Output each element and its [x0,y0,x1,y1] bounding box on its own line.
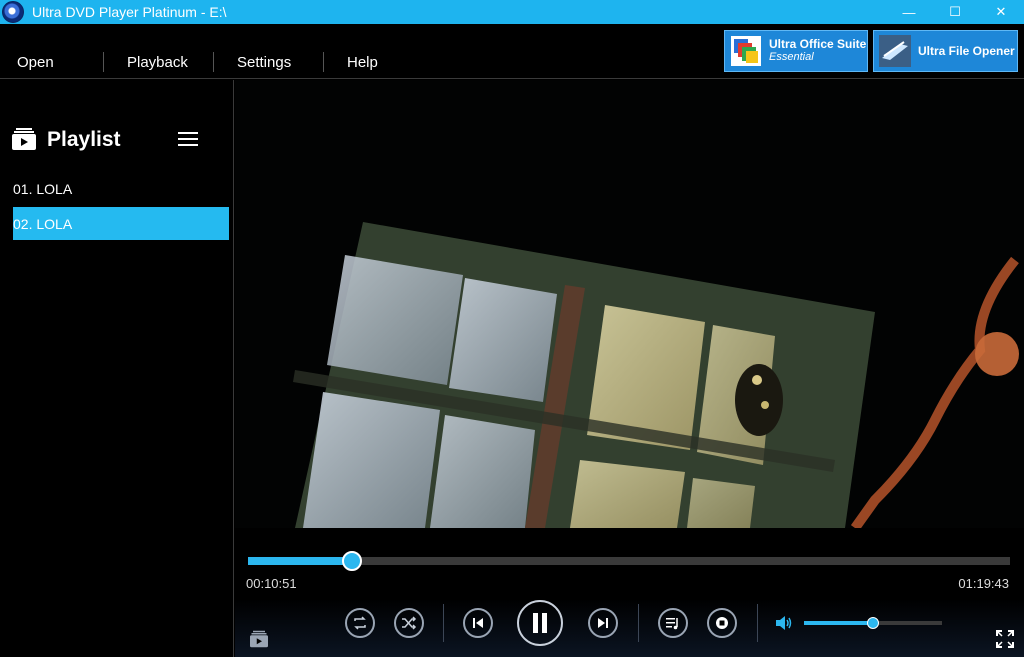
promo-file-opener-button[interactable]: Ultra File Opener [873,30,1018,72]
playlist-toggle-icon[interactable] [250,630,268,648]
menu-settings[interactable]: Settings [237,54,291,71]
minimize-button[interactable]: — [886,0,932,24]
pause-icon [533,613,547,633]
repeat-button[interactable] [345,608,375,638]
volume-icon[interactable] [775,614,793,632]
shuffle-button[interactable] [394,608,424,638]
menu-separator [213,52,214,72]
controls-separator [757,604,758,642]
playlist-item-label: 01. LOLA [13,180,73,197]
stop-button[interactable] [707,608,737,638]
maximize-button[interactable]: ☐ [932,0,978,24]
seek-bar-handle[interactable] [341,551,362,571]
repeat-icon [354,616,366,630]
menu-separator [103,52,104,72]
volume-slider[interactable] [804,617,942,629]
window-controls: — ☐ ✕ [886,0,1024,24]
playlist-sidebar: Playlist 01. LOLA 02. LOLA [0,80,234,657]
playlist-title: Playlist [47,128,121,151]
skip-previous-icon [473,618,483,628]
controls-separator [443,604,444,642]
seek-bar[interactable] [248,551,1010,571]
volume-handle[interactable] [867,617,879,629]
title-bar: Ultra DVD Player Platinum - E:\ — ☐ ✕ [0,0,1024,24]
window-title: Ultra DVD Player Platinum - E:\ [32,4,227,20]
elapsed-time: 00:10:51 [246,576,297,591]
file-opener-icon [879,35,911,67]
playlist-icon [12,128,36,150]
stop-icon [716,617,728,629]
menu-bar: Open Playback Settings Help Ultra Office… [0,24,1024,79]
menu-separator [323,52,324,72]
total-duration: 01:19:43 [958,576,1009,591]
previous-button[interactable] [463,608,493,638]
video-display[interactable] [235,80,1024,528]
app-disc-icon [2,1,24,23]
playlist-item-label: 02. LOLA [13,215,73,232]
hamburger-menu-icon[interactable] [178,131,198,147]
promo-office-subtitle: Essential [769,51,814,63]
shuffle-icon [402,616,417,630]
menu-open[interactable]: Open [17,54,54,71]
music-list-icon [666,618,678,630]
video-frame-image [235,80,1024,528]
menu-playback[interactable]: Playback [127,54,188,71]
promo-office-title: Ultra Office Suite [769,37,867,51]
promo-office-suite-button[interactable]: Ultra Office Suite Essential [724,30,868,72]
playlist-item[interactable]: 01. LOLA [13,172,229,205]
close-button[interactable]: ✕ [978,0,1024,24]
skip-next-icon [598,618,608,628]
pause-button[interactable] [517,600,563,646]
playback-controls: 00:10:51 01:19:43 [235,528,1024,657]
controls-separator [638,604,639,642]
office-suite-icon [731,36,761,66]
menu-help[interactable]: Help [347,54,378,71]
chapter-list-button[interactable] [658,608,688,638]
next-button[interactable] [588,608,618,638]
promo-file-opener-title: Ultra File Opener [918,43,1015,58]
playlist-item-active[interactable]: 02. LOLA [13,207,229,240]
seek-bar-progress [248,557,352,565]
fullscreen-icon[interactable] [996,630,1014,648]
volume-level [804,621,873,625]
